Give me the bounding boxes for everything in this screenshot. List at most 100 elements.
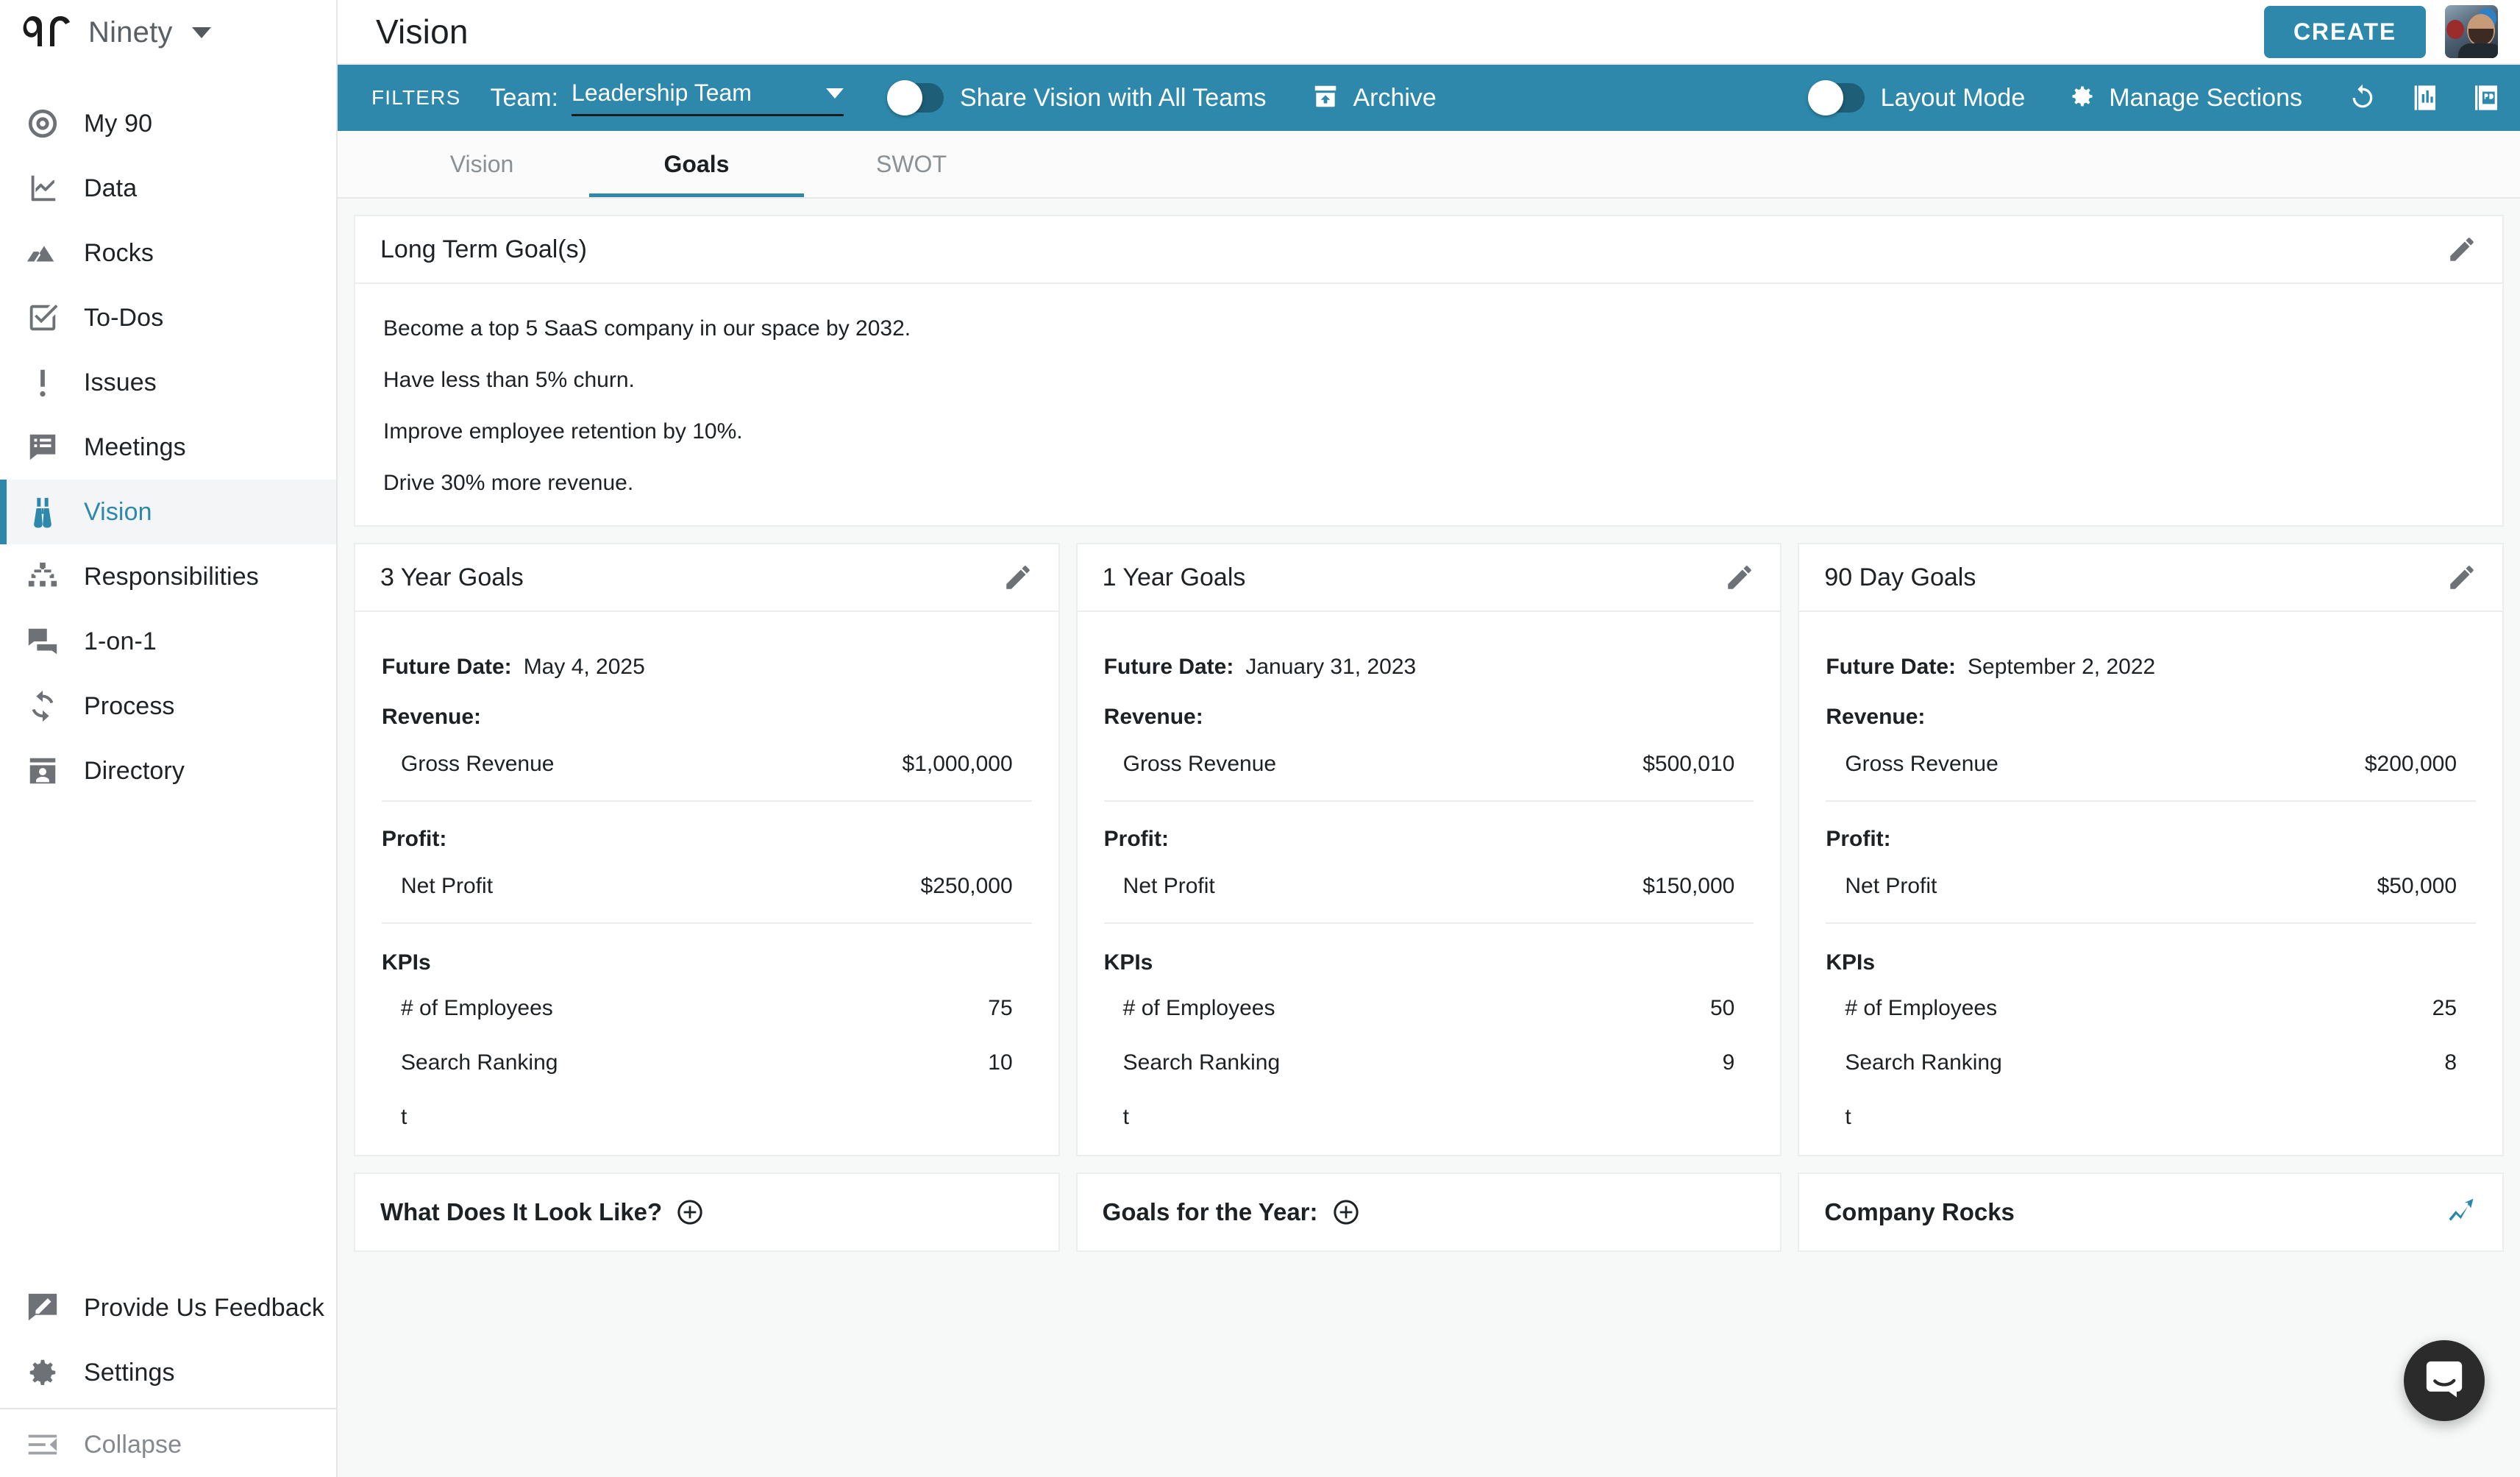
refresh-icon[interactable] [2348,83,2377,113]
trending-up-icon[interactable] [2445,1196,2477,1228]
kpi-row-name: # of Employees [401,996,553,1021]
sidebar-item-provide-us-feedback[interactable]: Provide Us Feedback [0,1275,336,1340]
avatar-roses [2446,20,2464,39]
report-chart-icon[interactable] [2410,83,2439,113]
archive-label: Archive [1353,84,1436,113]
filter-bar: FILTERS Team: Leadership Team Share Visi… [338,65,2520,131]
intercom-messenger-button[interactable] [2404,1340,2485,1421]
top-bar-actions: CREATE [2264,5,2498,58]
section-header-left: Company Rocks [1824,1198,2015,1226]
revenue-row-value: $200,000 [2365,752,2457,777]
chevron-down-icon[interactable] [192,27,211,38]
brand-name: Ninety [88,16,173,49]
binoculars-icon [24,493,62,531]
pencil-icon[interactable] [2446,562,2477,593]
sidebar-item-to-dos[interactable]: To-Dos [0,285,336,350]
sidebar-item-issues[interactable]: Issues [0,350,336,415]
revenue-row: Gross Revenue $1,000,000 [380,730,1033,800]
kpi-row-name: # of Employees [1123,996,1275,1021]
tab-vision[interactable]: Vision [374,131,589,197]
goal-card-header: 3 Year Goals [355,544,1058,612]
layout-mode-toggle[interactable] [1810,83,1865,113]
checkbox-icon [24,299,62,337]
profit-row: Net Profit $50,000 [1824,852,2477,922]
pencil-icon[interactable] [1724,562,1755,593]
intercom-messenger-icon [2423,1358,2466,1404]
sidebar-nav: My 90 Data Rocks To-Dos Issues Meetings [0,91,336,1275]
sidebar-item-vision[interactable]: Vision [0,480,336,544]
sidebar-item-label: Rocks [84,239,154,268]
sidebar-collapse-button[interactable]: Collapse [0,1412,336,1477]
kpi-row-value: 10 [988,1050,1012,1075]
pencil-icon[interactable] [1003,562,1033,593]
brand-header[interactable]: Ninety [0,0,336,65]
avatar[interactable] [2445,5,2498,58]
page-title: Vision [376,12,469,51]
pencil-icon[interactable] [2446,234,2477,265]
profit-row-value: $150,000 [1642,874,1734,899]
manage-sections-button[interactable]: Manage Sections [2069,83,2302,113]
sidebar-item-label: Responsibilities [84,563,259,591]
plus-circle-icon[interactable] [675,1197,705,1227]
plus-circle-icon[interactable] [1331,1197,1361,1227]
profit-row-value: $50,000 [2377,874,2457,899]
profit-label: Profit: [382,827,1033,852]
bottom-sections: What Does It Look Like? Goals for the Ye… [354,1172,2504,1252]
goal-columns: 3 Year Goals Future Date: May 4, 2025 Re… [354,543,2504,1156]
profit-label: Profit: [1826,827,2477,852]
kpi-row: # of Employees 25 [1824,975,2477,1030]
revenue-row: Gross Revenue $200,000 [1824,730,2477,800]
sidebar-item-label: Provide Us Feedback [84,1294,324,1323]
kpi-row: t [380,1084,1033,1139]
archive-box-icon [1311,82,1339,114]
revenue-row-name: Gross Revenue [1845,752,1998,777]
sidebar-collapse-label: Collapse [84,1431,182,1459]
content-scroll-area[interactable]: Long Term Goal(s) Become a top 5 SaaS co… [338,199,2520,1477]
tab-bar: Vision Goals SWOT [338,131,2520,199]
sidebar-item-data[interactable]: Data [0,156,336,221]
sidebar-item-meetings[interactable]: Meetings [0,415,336,480]
sidebar-item-1-on-1[interactable]: 1-on-1 [0,609,336,674]
divider [1104,922,1754,924]
goal-card-body: Future Date: September 2, 2022 Revenue: … [1799,612,2502,1155]
goal-card-body: Future Date: January 31, 2023 Revenue: G… [1078,612,1781,1155]
sidebar-item-label: Process [84,692,175,721]
kpi-row: # of Employees 50 [1103,975,1756,1030]
create-button[interactable]: CREATE [2264,6,2426,58]
share-vision-toggle[interactable] [889,83,944,113]
tab-swot[interactable]: SWOT [804,131,1019,197]
team-select-value: Leadership Team [572,79,752,107]
sidebar-item-label: To-Dos [84,304,163,332]
team-label: Team: [490,84,558,113]
kpi-row-name: t [401,1105,407,1130]
section-header: What Does It Look Like? [355,1174,1058,1250]
archive-button[interactable]: Archive [1311,82,1436,114]
kpis-label: KPIs [382,950,1033,975]
sidebar-item-process[interactable]: Process [0,674,336,738]
sidebar-item-label: 1-on-1 [84,627,157,656]
team-select[interactable]: Leadership Team [572,79,844,116]
toggle-knob [887,80,922,115]
toggle-knob [1808,80,1843,115]
future-date-row: Future Date: September 2, 2022 [1826,655,2477,680]
kpi-row: # of Employees 75 [380,975,1033,1030]
sidebar-item-directory[interactable]: Directory [0,738,336,803]
sidebar-item-settings[interactable]: Settings [0,1340,336,1405]
sidebar-item-responsibilities[interactable]: Responsibilities [0,544,336,609]
section-title: Company Rocks [1824,1198,2015,1226]
speech-list-icon [24,428,62,466]
goal-card-3-year: 3 Year Goals Future Date: May 4, 2025 Re… [354,543,1060,1156]
long-term-goal-line: Improve employee retention by 10%. [383,419,2474,444]
long-term-goals-card: Long Term Goal(s) Become a top 5 SaaS co… [354,215,2504,527]
sidebar-item-rocks[interactable]: Rocks [0,221,336,285]
sidebar-item-label: Meetings [84,433,186,462]
tab-goals[interactable]: Goals [589,131,804,197]
pdf-export-icon[interactable] [2471,83,2501,113]
layout-mode-toggle-group: Layout Mode [1810,83,2026,113]
divider [1826,922,2476,924]
section-what-does-it-look-like: What Does It Look Like? [354,1172,1060,1252]
feedback-pencil-icon [24,1289,62,1327]
future-date-value: January 31, 2023 [1245,655,1416,680]
revenue-row-value: $1,000,000 [903,752,1013,777]
sidebar-item-my-90[interactable]: My 90 [0,91,336,156]
